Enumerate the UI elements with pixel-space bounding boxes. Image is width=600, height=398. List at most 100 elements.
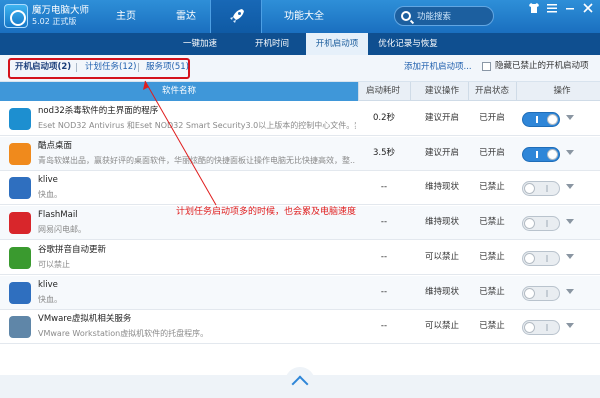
subnav-item-startup-items[interactable]: 开机启动项 — [306, 33, 368, 55]
filter-tab-scheduled-tasks[interactable]: 计划任务(12) — [85, 62, 136, 73]
toggle-knob — [547, 148, 558, 160]
chevron-down-icon[interactable] — [566, 253, 574, 259]
collapse-button[interactable] — [285, 367, 315, 397]
column-divider — [516, 82, 517, 101]
row-description: 青岛软媒出品，赢获好评的桌面软件，华丽炫酷的快捷面板让操作电脑无比快捷高效，整.… — [38, 155, 356, 165]
column-header-status[interactable]: 开启状态 — [470, 82, 514, 101]
enable-toggle[interactable] — [522, 112, 560, 127]
column-header-advice[interactable]: 建议操作 — [418, 82, 466, 101]
row-advice: 可以禁止 — [424, 321, 459, 332]
chevron-down-icon[interactable] — [566, 184, 574, 190]
table-header: 软件名称 启动耗时 建议操作 开启状态 操作 — [0, 82, 600, 101]
nav-tab-radar[interactable]: 雷达 — [160, 0, 212, 33]
close-icon[interactable] — [580, 0, 596, 16]
row-status: 已禁止 — [479, 182, 505, 193]
row-description: VMware Workstation虚拟机软件的托盘程序。 — [38, 329, 209, 339]
toggle-knob — [524, 252, 535, 264]
vmware-icon: vmware-icon — [9, 316, 31, 339]
row-description: 可以禁止 — [38, 259, 70, 269]
toggle-knob — [524, 183, 535, 195]
filter-bar: 开机启动项(2) 计划任务(12) 服务项(51) 添加开机启动项... 隐藏已… — [0, 55, 600, 82]
sub-navigation: 一键加速 开机时间 开机启动项 优化记录与恢复 — [0, 33, 600, 55]
row-name: klive — [38, 279, 58, 290]
row-description: Eset NOD32 Antivirus 和Eset NOD32 Smart S… — [38, 121, 356, 130]
column-divider — [358, 82, 359, 101]
rocket-icon — [230, 9, 244, 23]
row-status: 已开启 — [479, 113, 505, 123]
row-status: 已禁止 — [479, 217, 505, 228]
table-row[interactable]: klive-icon klive 快血。 -- 维持现状 已禁止 — [0, 275, 600, 310]
divider — [76, 63, 77, 72]
row-status: 已禁止 — [479, 251, 505, 262]
subnav-item-boot-time[interactable]: 开机时间 — [240, 33, 304, 55]
row-description: 网易闪电邮。 — [38, 225, 86, 235]
table-row[interactable]: kudian-icon 酷点桌面青岛软媒出品，赢获好评的桌面软件，华丽炫酷的快捷面… — [0, 136, 600, 171]
chevron-down-icon[interactable] — [566, 149, 574, 155]
search-box[interactable] — [394, 6, 494, 26]
divider — [138, 63, 139, 72]
app-version: 5.02 正式版 — [32, 17, 77, 26]
row-advice: 维持现状 — [424, 182, 459, 193]
row-name: 酷点桌面 — [38, 140, 73, 151]
klive-icon: klive-icon — [9, 177, 31, 200]
toggle-mark — [546, 289, 548, 297]
toggle-knob — [524, 218, 535, 230]
add-startup-item-link[interactable]: 添加开机启动项... — [404, 62, 472, 73]
row-name: nod32杀毒软件的主界面的程序 — [38, 106, 159, 116]
subnav-item-optimize-history[interactable]: 优化记录与恢复 — [372, 33, 444, 55]
filter-tab-services[interactable]: 服务项(51) — [146, 62, 189, 73]
shirt-icon[interactable] — [526, 0, 542, 16]
table-row[interactable]: nod32-icon nod32杀毒软件的主界面的程序 Eset NOD32 Ant… — [0, 102, 600, 136]
nod32-icon: nod32-icon — [9, 108, 31, 130]
filter-tab-startup[interactable]: 开机启动项(2) — [15, 62, 71, 73]
search-input[interactable] — [417, 10, 491, 23]
column-header-action: 操作 — [553, 86, 571, 96]
flashmail-icon: flashmail-icon — [9, 212, 31, 235]
row-startup-time: -- — [380, 217, 388, 228]
row-advice: 可以禁止 — [424, 251, 459, 262]
klive-icon: klive-icon — [9, 281, 31, 304]
row-status: 已开启 — [479, 147, 505, 158]
toggle-mark — [546, 185, 548, 193]
table-row[interactable]: klive-icon klive 快血。 -- 维持现状 已禁止 — [0, 171, 600, 206]
column-header-name[interactable]: 软件名称 — [0, 82, 358, 101]
annotation-text: 计划任务启动项多的时候，也会累及电脑速度 — [176, 207, 357, 217]
toggle-knob — [524, 322, 535, 334]
nav-tab-speedup[interactable] — [210, 0, 262, 33]
chevron-down-icon[interactable] — [566, 288, 574, 294]
row-name: FlashMail — [38, 210, 78, 221]
enable-toggle[interactable] — [522, 250, 560, 266]
row-status: 已禁止 — [479, 286, 505, 297]
app-window: 魔万电脑大师 5.02 正式版 主页 雷达 功能大全 功能搜索 一键加速 开机时… — [0, 0, 600, 398]
row-name: klive — [38, 175, 58, 186]
enable-toggle[interactable] — [522, 216, 560, 232]
kudian-icon: kudian-icon — [9, 142, 31, 165]
row-description: 快血。 — [38, 294, 62, 304]
column-header-time[interactable]: 启动耗时 — [362, 82, 404, 101]
app-title: 魔万电脑大师 — [32, 5, 90, 16]
enable-toggle[interactable] — [522, 285, 560, 301]
nav-tab-features[interactable]: 功能大全 — [273, 0, 335, 33]
enable-toggle[interactable] — [522, 146, 560, 162]
chevron-down-icon[interactable] — [566, 115, 574, 120]
subnav-item-quick-speedup[interactable]: 一键加速 — [170, 33, 230, 55]
title-bar: 魔万电脑大师 5.02 正式版 主页 雷达 功能大全 — [0, 0, 600, 33]
enable-toggle[interactable] — [522, 181, 560, 197]
column-divider — [468, 82, 469, 101]
toggle-knob — [547, 114, 558, 125]
nav-tab-home[interactable]: 主页 — [100, 0, 152, 33]
table-row[interactable]: vmware-icon VMware虚拟机相关服务 VMware Workstati… — [0, 310, 600, 345]
menu-icon[interactable] — [544, 0, 560, 16]
column-divider — [410, 82, 411, 101]
chevron-down-icon[interactable] — [566, 323, 574, 329]
hide-disabled-checkbox[interactable] — [482, 62, 491, 71]
row-advice: 建议开启 — [424, 147, 459, 158]
footer-bar — [0, 367, 600, 398]
toggle-mark — [546, 324, 548, 332]
minimize-icon[interactable] — [562, 0, 578, 16]
chevron-down-icon[interactable] — [566, 219, 574, 225]
enable-toggle[interactable] — [522, 320, 560, 336]
row-startup-time: -- — [380, 321, 388, 332]
table-row[interactable]: download-icon 谷歌拼音自动更新可以禁止 -- 可以禁止 已禁止 — [0, 240, 600, 275]
app-logo-icon — [4, 4, 28, 28]
